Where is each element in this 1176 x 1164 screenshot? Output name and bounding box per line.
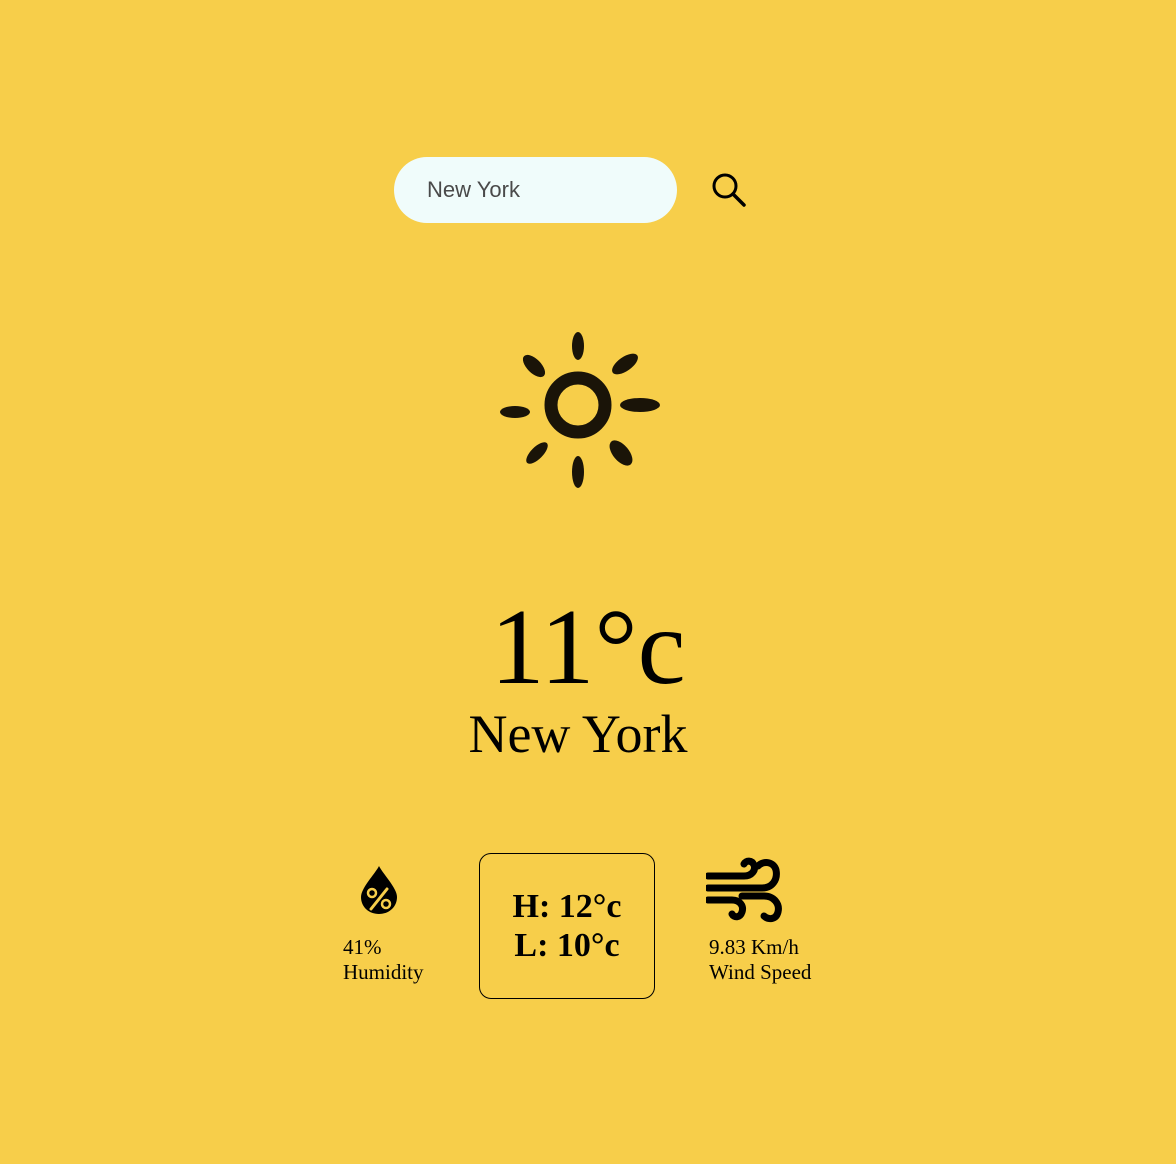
low-temperature: L: 10°c [514,927,620,964]
humidity-label: Humidity [343,960,424,984]
search-button[interactable] [708,170,750,212]
high-low-card: H: 12°c L: 10°c [479,853,655,999]
wind-speed-label: Wind Speed [709,960,812,984]
high-temperature: H: 12°c [512,888,622,925]
humidity-drop-icon [361,866,397,914]
sun-icon [500,332,660,488]
humidity-value: 41% [343,935,382,959]
temperature-display: 11°c [490,588,686,707]
wind-speed-value: 9.83 Km/h [709,935,799,959]
wind-icon [706,857,782,923]
search-icon [712,173,746,207]
city-name: New York [468,704,688,764]
search-input[interactable] [394,157,677,223]
